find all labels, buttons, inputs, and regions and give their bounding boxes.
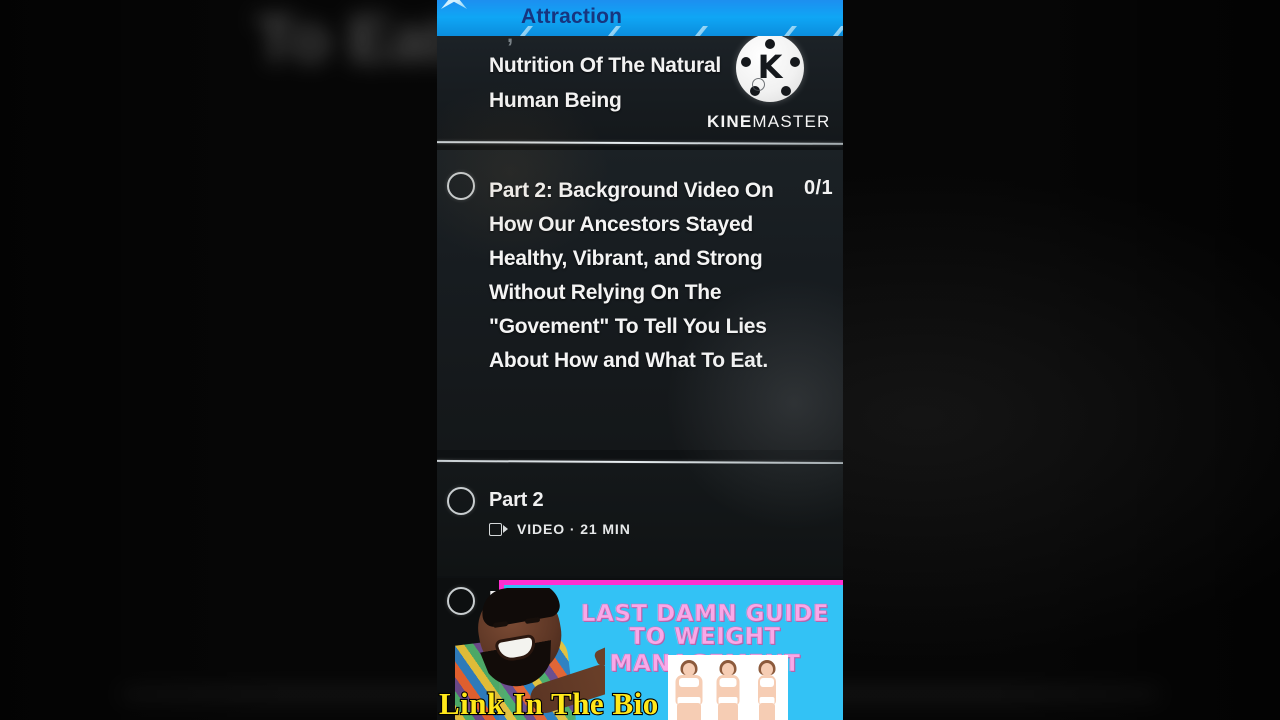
up-arrow-icon [441,0,467,9]
presenter-pointing-finger [593,640,605,668]
bar-accent-tick [833,26,843,36]
list-item-title: Part 2 [489,489,544,511]
screenshot-stage: Stayed Healthy, Vibrant, and Strong With… [0,0,1280,720]
course-title: Nutrition Of The Natural Human Being [489,48,759,119]
list-item-title: Part 2: Background Video On How Our Ance… [489,179,774,373]
course-header: , , Nutrition Of The Natural Human Being… [437,36,843,143]
list-item[interactable]: Part 2: Background Video On How Our Ance… [437,150,843,450]
list-item-meta-text: VIDEO · 21 MIN [517,521,631,537]
blue-bar-label: Attraction [521,5,623,28]
promo-headline-line-1: LAST DAMN GUIDE TO WEIGHT [580,601,830,650]
kinemaster-wordmark-light: MASTER [752,112,831,131]
course-title-line-1: Nutrition Of The Natural [489,54,721,77]
phone-screen-column: Attraction , , Nutrition Of The Natural … [437,0,843,720]
video-camera-icon [489,522,508,536]
call-to-action-text: Link In The Bio [438,685,659,720]
list-item[interactable]: Part 2 VIDEO · 21 MIN [437,464,843,576]
list-item-meta: VIDEO · 21 MIN [489,521,631,537]
blue-title-bar: Attraction [437,0,843,36]
list-item-count: 0/1 [803,177,833,199]
progress-circle-icon [447,172,475,200]
kinemaster-dot [790,57,800,67]
course-title-line-2: Human Being [489,89,622,113]
figure-icon [751,659,783,720]
bar-accent-tick [695,26,708,36]
kinemaster-dot [781,86,791,96]
bar-accent-tick [784,26,797,36]
divider [437,141,843,145]
clipped-text-above: , , [507,36,837,47]
progress-circle-icon [447,487,475,515]
